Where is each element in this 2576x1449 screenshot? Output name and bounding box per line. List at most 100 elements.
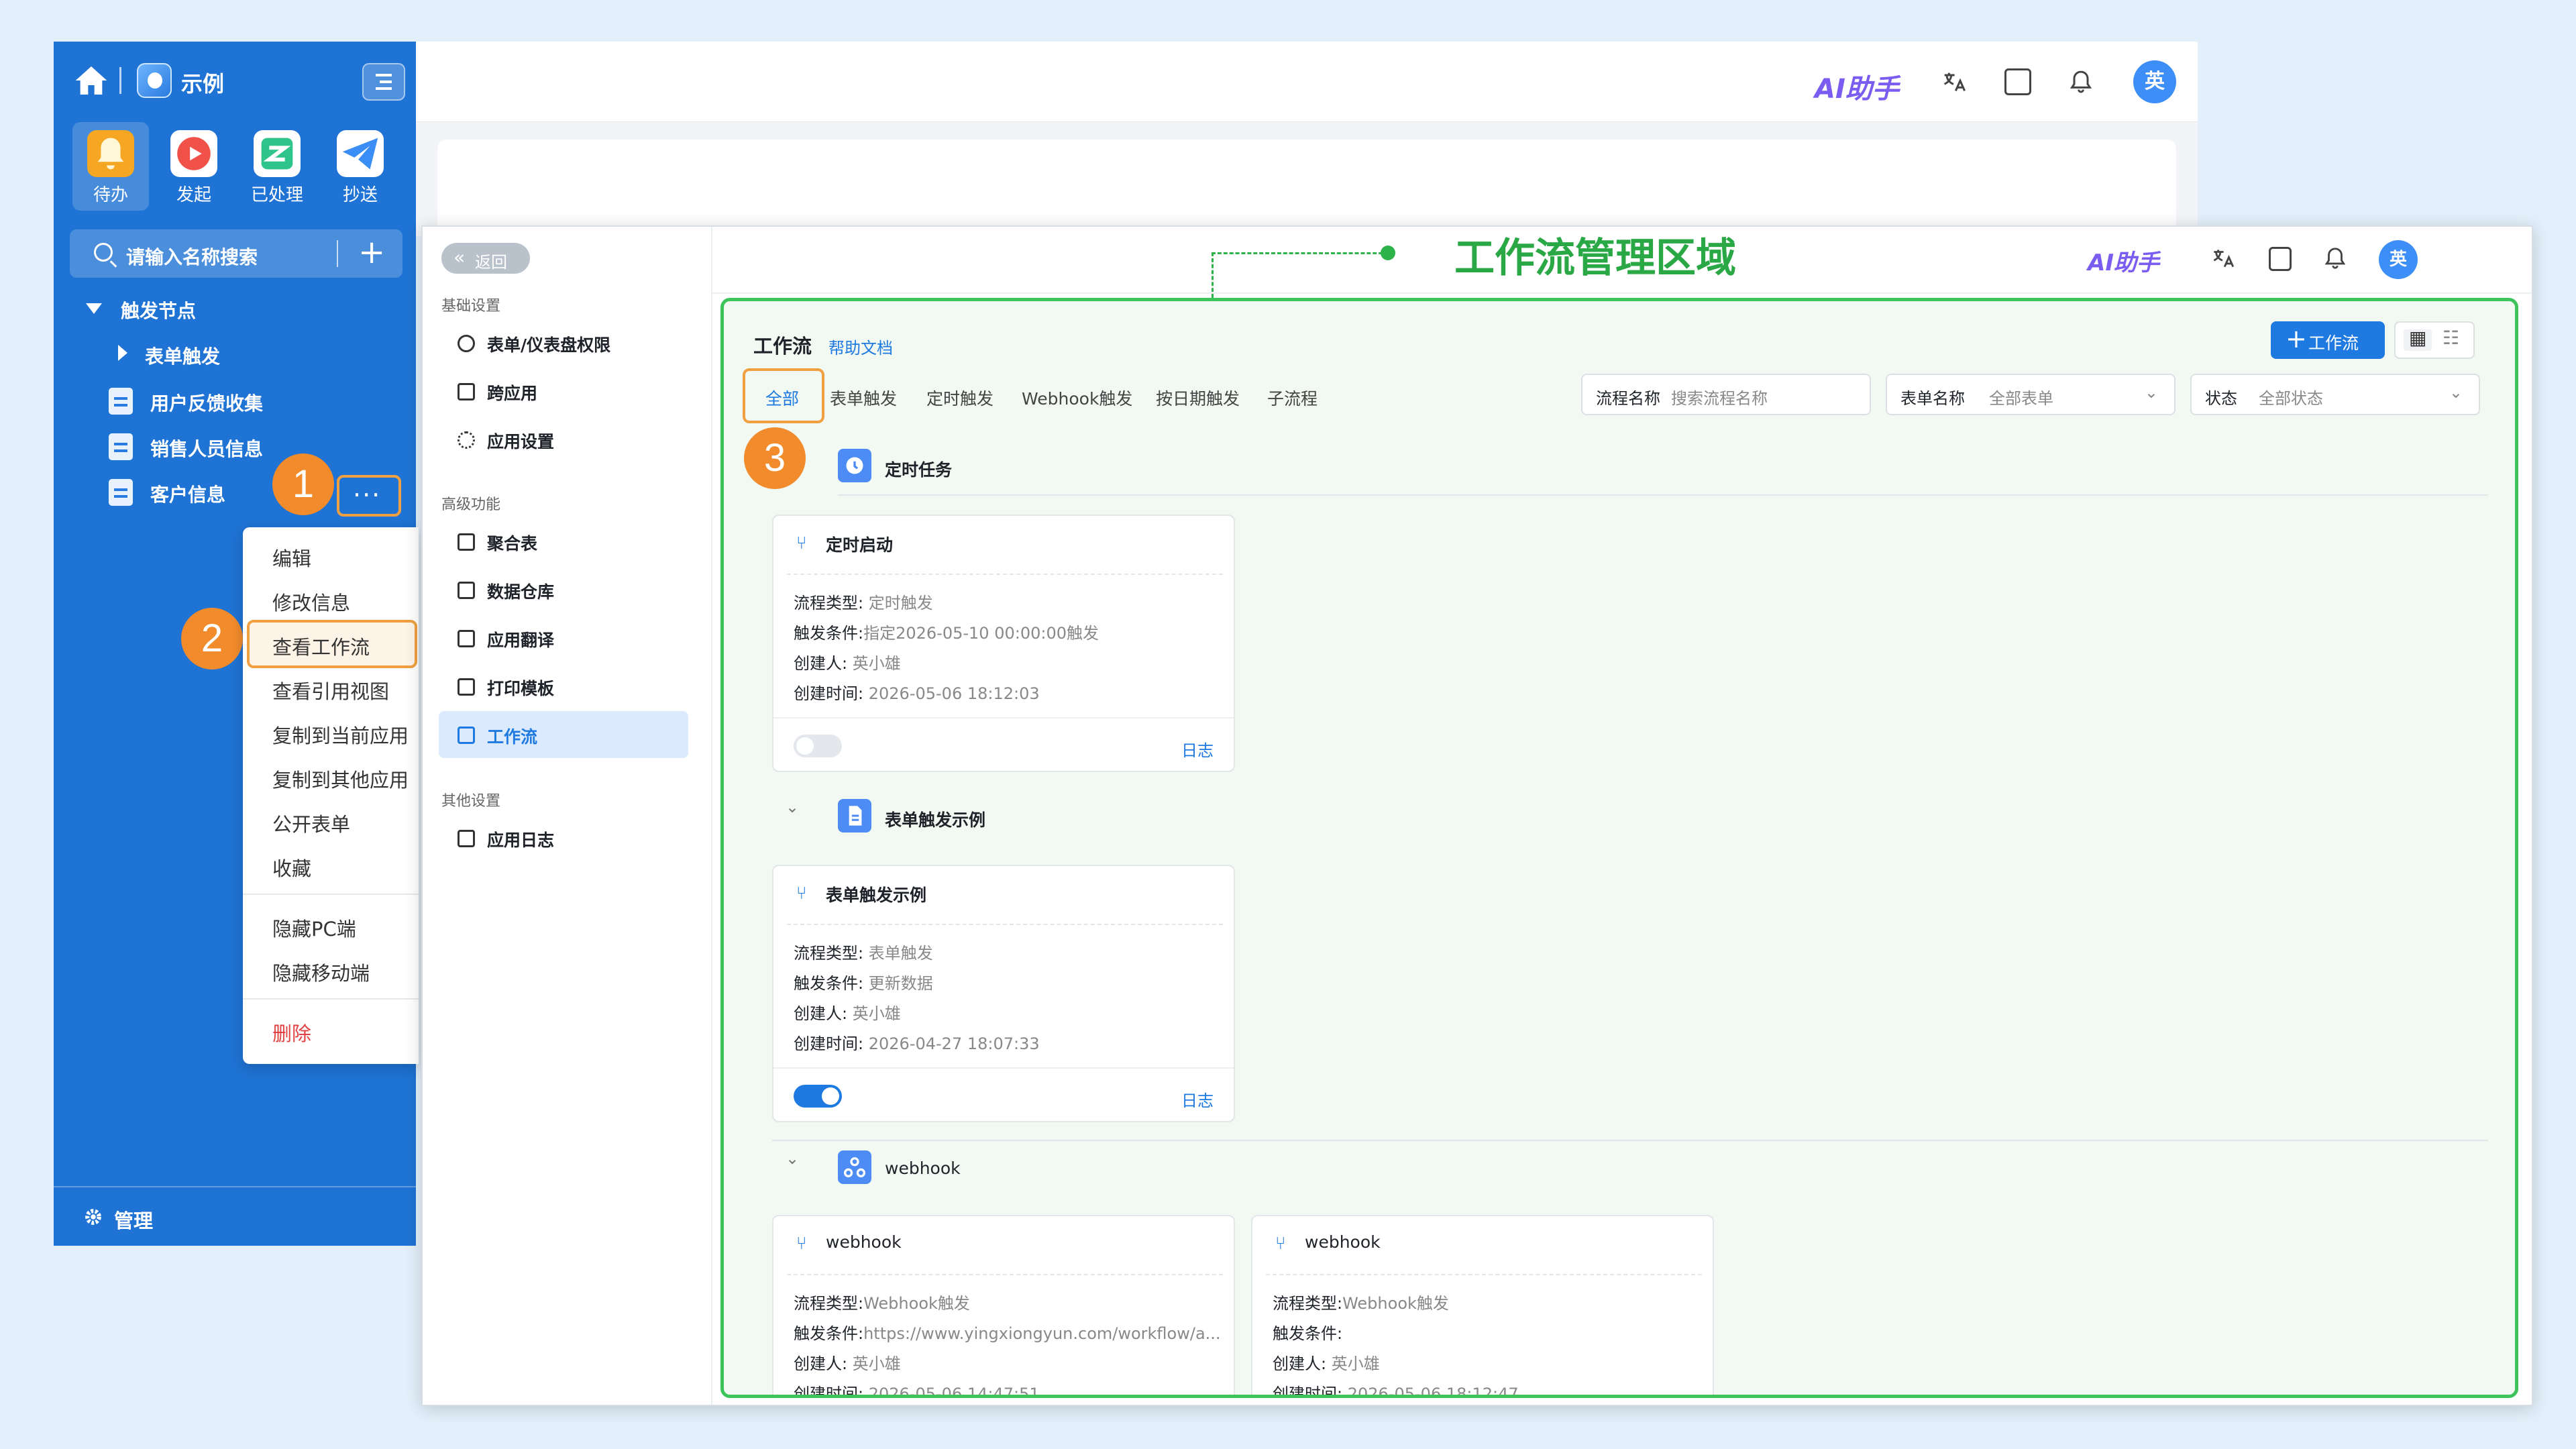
webhook-icon	[838, 1150, 871, 1184]
more-button[interactable]: ···	[337, 475, 401, 517]
menu-item-translate[interactable]: 应用翻译	[439, 614, 688, 661]
step-badge: 1	[272, 453, 334, 515]
form-name-select[interactable]: 表单名称 全部表单 ⌄	[1886, 374, 2176, 415]
field-value: 2026-05-06 14:47:51	[868, 1385, 1040, 1398]
status-select[interactable]: 状态 全部状态 ⌄	[2190, 374, 2480, 415]
book-icon[interactable]	[2269, 247, 2292, 271]
menu-item-cross-app[interactable]: 跨应用	[439, 368, 688, 415]
ai-assistant-button[interactable]: AI助手	[1815, 67, 1899, 106]
tree-item-customer[interactable]: 客户信息	[150, 480, 225, 507]
more-icon: ···	[353, 480, 382, 510]
menu-item-view-workflow[interactable]: 查看工作流	[272, 632, 370, 660]
menu-item-print-template[interactable]: 打印模板	[439, 663, 688, 710]
enable-toggle[interactable]	[794, 1085, 842, 1108]
workflow-card[interactable]: ⑂ webhook 流程类型:Webhook触发 触发条件:https://ww…	[772, 1215, 1235, 1398]
log-link[interactable]: 日志	[1181, 1087, 1214, 1111]
avatar[interactable]: 英	[2379, 240, 2418, 279]
ai-assistant-button[interactable]: AI助手	[2088, 244, 2159, 277]
bell-icon[interactable]	[2068, 67, 2094, 94]
top-bar: AI助手 英	[416, 42, 2198, 122]
tree-child[interactable]: 表单触发	[145, 342, 220, 369]
annotation-label: 工作流管理区域	[1454, 235, 1736, 282]
annotation-line	[1212, 252, 1389, 254]
workflow-card[interactable]: ⑂ 定时启动 流程类型: 定时触发 触发条件:指定2026-05-10 00:0…	[772, 515, 1235, 772]
add-icon[interactable]: +	[358, 233, 385, 271]
menu-item-favorite[interactable]: 收藏	[272, 853, 311, 881]
back-button[interactable]: « 返回	[441, 243, 530, 274]
workflow-icon	[458, 727, 475, 744]
tab-form-trigger[interactable]: 表单触发	[830, 386, 897, 410]
tree-item-sales[interactable]: 销售人员信息	[150, 435, 263, 462]
home-icon[interactable]	[72, 62, 110, 99]
grid-view-icon[interactable]	[2404, 327, 2432, 351]
help-link[interactable]: 帮助文档	[828, 335, 893, 358]
chevron-down-icon[interactable]: ⌄	[786, 798, 799, 816]
menu-item-public-form[interactable]: 公开表单	[272, 809, 350, 837]
menu-toggle-button[interactable]	[362, 63, 405, 101]
quick-action-initiate[interactable]: 发起	[156, 122, 232, 211]
quick-action-done[interactable]: 已处理	[239, 122, 315, 211]
quick-action-todo[interactable]: 待办	[72, 122, 149, 211]
quick-action-cc[interactable]: 抄送	[322, 122, 398, 211]
field-label: 流程类型:	[794, 1294, 864, 1313]
card-field-type: 流程类型: 定时触发	[794, 590, 933, 613]
tab-all[interactable]: 全部	[765, 386, 799, 410]
group-title: 定时任务	[885, 460, 953, 480]
menu-item-aggregate[interactable]: 聚合表	[439, 518, 688, 565]
card-field-creator: 创建人: 英小雄	[1273, 1350, 1380, 1374]
tab-webhook-trigger[interactable]: Webhook触发	[1022, 386, 1132, 410]
view-toggle[interactable]: ☷	[2394, 321, 2475, 359]
tab-subflow[interactable]: 子流程	[1267, 386, 1318, 410]
menu-item-edit[interactable]: 编辑	[272, 543, 311, 572]
menu-item-app-log[interactable]: 应用日志	[439, 814, 688, 861]
menu-item-workflow[interactable]: 工作流	[439, 711, 688, 758]
translate-icon[interactable]	[1940, 68, 1967, 95]
card-field-creator: 创建人: 英小雄	[794, 1350, 901, 1374]
workflow-card[interactable]: ⑂ webhook 流程类型:Webhook触发 触发条件: 创建人: 英小雄 …	[1251, 1215, 1714, 1395]
field-value: 英小雄	[1331, 1354, 1380, 1373]
menu-item-copy-other[interactable]: 复制到其他应用	[272, 765, 409, 793]
section-title: 高级功能	[441, 496, 501, 513]
list-view-icon[interactable]: ☷	[2443, 327, 2459, 349]
book-icon[interactable]	[2004, 68, 2031, 95]
tab-timer-trigger[interactable]: 定时触发	[926, 386, 994, 410]
workflow-card[interactable]: ⑂ 表单触发示例 流程类型: 表单触发 触发条件: 更新数据 创建人: 英小雄 …	[772, 865, 1235, 1122]
caret-down-icon[interactable]	[86, 303, 102, 314]
page-title: 工作流	[753, 335, 812, 358]
table-icon	[458, 533, 475, 551]
tab-date-trigger[interactable]: 按日期触发	[1156, 386, 1240, 410]
enable-toggle[interactable]	[794, 735, 842, 757]
filter-label: 表单名称	[1900, 389, 1965, 408]
menu-item-modify[interactable]: 修改信息	[272, 588, 350, 616]
tree-root[interactable]: 触发节点	[121, 297, 196, 323]
avatar[interactable]: 英	[2133, 60, 2176, 103]
workflow-name-filter[interactable]: 流程名称 搜索流程名称	[1581, 374, 1871, 415]
bell-icon[interactable]	[2322, 244, 2348, 275]
menu-label: 表单/仪表盘权限	[487, 335, 611, 355]
menu-item-data-warehouse[interactable]: 数据仓库	[439, 566, 688, 613]
menu-item-app-settings[interactable]: 应用设置	[439, 416, 688, 463]
menu-item-delete[interactable]: 删除	[272, 1018, 311, 1046]
log-link[interactable]: 日志	[1181, 737, 1214, 761]
plus-icon: +	[2286, 324, 2307, 354]
menu-item-view-references[interactable]: 查看引用视图	[272, 676, 389, 704]
menu-item-copy-current[interactable]: 复制到当前应用	[272, 720, 409, 749]
caret-right-icon[interactable]	[118, 345, 127, 361]
field-label: 创建人:	[794, 1004, 848, 1023]
tree-item-feedback[interactable]: 用户反馈收集	[150, 389, 263, 416]
menu-item-hide-pc[interactable]: 隐藏PC端	[272, 914, 356, 942]
filter-label: 状态	[2205, 389, 2237, 408]
divider	[1266, 1274, 1702, 1275]
chevron-down-icon[interactable]: ⌄	[786, 1149, 799, 1168]
search-input[interactable]: 请输入名称搜索 +	[70, 229, 402, 278]
add-workflow-label: 工作流	[2308, 333, 2359, 353]
menu-item-permissions[interactable]: 表单/仪表盘权限	[439, 319, 688, 366]
menu-item-hide-mobile[interactable]: 隐藏移动端	[272, 958, 370, 986]
translate-icon[interactable]	[2210, 246, 2235, 274]
menu-label: 跨应用	[487, 384, 538, 403]
field-value: 定时触发	[868, 594, 933, 612]
manage-button[interactable]: 管理	[85, 1205, 153, 1234]
add-workflow-button[interactable]: + 工作流	[2271, 321, 2385, 359]
field-label: 创建时间:	[794, 684, 864, 703]
search-placeholder: 请输入名称搜索	[126, 246, 258, 268]
